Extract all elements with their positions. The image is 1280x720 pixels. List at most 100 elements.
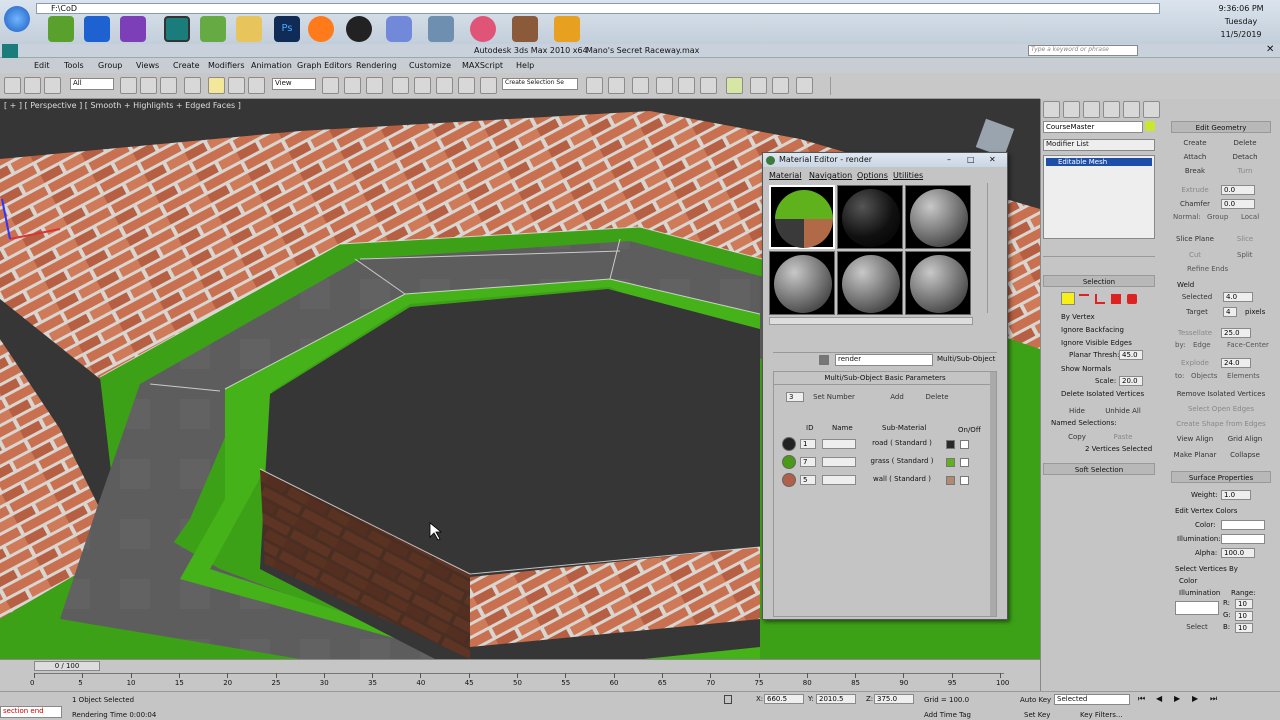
tessellate-field[interactable] [1221, 328, 1251, 338]
character-icon[interactable] [512, 16, 538, 42]
soft-selection-rollout-header[interactable]: Soft Selection [1043, 463, 1155, 475]
range-r-field[interactable] [1235, 599, 1253, 609]
material-type-button[interactable]: Multi/Sub-Object [937, 355, 995, 363]
set-key-button[interactable]: Set Key [1024, 711, 1050, 719]
sub-material-button[interactable]: road ( Standard ) [864, 439, 940, 447]
discord-icon[interactable] [386, 16, 412, 42]
next-frame-icon[interactable]: ▶ [1192, 694, 1198, 703]
address-bar[interactable]: F:\CoD [36, 3, 1160, 14]
element-subobject-icon[interactable] [1127, 294, 1137, 304]
turn-button[interactable]: Turn [1223, 165, 1267, 177]
play-icon[interactable]: ▶ [1174, 694, 1180, 703]
select-by-color-button[interactable]: Select [1177, 621, 1217, 633]
minimize-icon[interactable]: – [947, 153, 951, 167]
close-icon[interactable]: ✕ [989, 153, 996, 167]
add-button[interactable]: Add [880, 391, 914, 403]
material-slot-1[interactable] [769, 185, 835, 249]
x-coordinate-field[interactable] [764, 694, 804, 704]
elements-radio[interactable]: Elements [1227, 372, 1260, 380]
group-radio[interactable]: Group [1207, 213, 1228, 221]
attach-button[interactable]: Attach [1173, 151, 1217, 163]
modifier-list-dropdown[interactable]: Modifier List [1043, 139, 1155, 151]
sub-material-preview[interactable] [782, 455, 796, 469]
material-editor-titlebar[interactable]: Material Editor - render – □ ✕ [763, 153, 1007, 167]
utilities-tab-icon[interactable] [1143, 101, 1160, 118]
range-b-field[interactable] [1235, 623, 1253, 633]
add-time-tag[interactable]: Add Time Tag [924, 711, 971, 719]
sub-material-color[interactable] [946, 458, 955, 467]
slice-plane-button[interactable]: Slice Plane [1173, 233, 1217, 245]
vertex-color-swatch[interactable] [1221, 520, 1265, 530]
menu-material[interactable]: Material [769, 171, 802, 180]
menu-edit[interactable]: Edit [34, 61, 50, 70]
photoshop-icon[interactable]: Ps [274, 16, 300, 42]
collapse-button[interactable]: Collapse [1223, 449, 1267, 461]
menu-maxscript[interactable]: MAXScript [462, 61, 503, 70]
grid-align-button[interactable]: Grid Align [1223, 433, 1267, 445]
menu-create[interactable]: Create [173, 61, 200, 70]
material-slot-5[interactable] [837, 251, 903, 315]
select-by-name-icon[interactable] [140, 77, 157, 94]
maximize-icon[interactable]: □ [967, 153, 975, 167]
objects-radio[interactable]: Objects [1191, 372, 1217, 380]
make-planar-button[interactable]: Make Planar [1173, 449, 1217, 461]
color-radio[interactable]: Color [1179, 577, 1197, 585]
refine-ends-checkbox[interactable]: Refine Ends [1187, 265, 1228, 273]
select-open-edges-button[interactable]: Select Open Edges [1173, 403, 1269, 415]
schematic-view-icon[interactable] [700, 77, 717, 94]
menu-navigation[interactable]: Navigation [809, 171, 852, 180]
spinner-snap-icon[interactable] [458, 77, 475, 94]
menu-options[interactable]: Options [857, 171, 888, 180]
face-center-radio[interactable]: Face-Center [1227, 341, 1269, 349]
sub-material-preview[interactable] [782, 437, 796, 451]
rect-selection-icon[interactable] [160, 77, 177, 94]
sub-material-name[interactable] [822, 439, 856, 449]
scale-field[interactable] [1119, 376, 1143, 386]
rendered-frame-icon[interactable] [772, 77, 789, 94]
redo-icon[interactable] [24, 77, 41, 94]
object-name-field[interactable] [1043, 121, 1143, 133]
reference-coordinate-dropdown[interactable]: View [272, 78, 316, 90]
selection-rollout-header[interactable]: Selection [1043, 275, 1155, 287]
stack-item-editable-mesh[interactable]: Editable Mesh [1046, 158, 1152, 166]
create-button[interactable]: Create [1173, 137, 1217, 149]
window-close-icon[interactable]: ✕ [1266, 44, 1274, 55]
copy-button[interactable]: Copy [1057, 431, 1097, 443]
planar-thresh-field[interactable] [1119, 350, 1143, 360]
extrude-field[interactable] [1221, 185, 1255, 195]
go-to-end-icon[interactable]: ⏭ [1210, 694, 1217, 704]
display-tab-icon[interactable] [1123, 101, 1140, 118]
tessellate-button[interactable]: Tessellate [1173, 327, 1217, 339]
break-button[interactable]: Break [1173, 165, 1217, 177]
y-coordinate-field[interactable] [816, 694, 856, 704]
pivot-icon[interactable] [322, 77, 339, 94]
create-shape-button[interactable]: Create Shape from Edges [1173, 418, 1269, 430]
calculator-icon[interactable] [428, 16, 454, 42]
polygon-subobject-icon[interactable] [1111, 294, 1121, 304]
slice-button[interactable]: Slice [1223, 233, 1267, 245]
weight-field[interactable] [1221, 490, 1251, 500]
material-slot-6[interactable] [905, 251, 971, 315]
sub-material-id[interactable] [800, 457, 816, 467]
graphite-icon[interactable] [656, 77, 673, 94]
illumination-swatch[interactable] [1221, 534, 1265, 544]
window-crossing-icon[interactable] [184, 77, 201, 94]
menu-animation[interactable]: Animation [251, 61, 292, 70]
start-button[interactable] [4, 6, 30, 32]
search-field[interactable]: Type a keyword or phrase [1028, 45, 1138, 56]
local-radio[interactable]: Local [1241, 213, 1259, 221]
angle-snap-icon[interactable] [414, 77, 431, 94]
chamfer-field[interactable] [1221, 199, 1255, 209]
col-id[interactable]: ID [806, 424, 813, 432]
col-sub-material[interactable]: Sub-Material [882, 424, 926, 432]
3dsmax-logo-icon[interactable] [2, 44, 18, 58]
material-count-field[interactable]: 3 [786, 392, 804, 402]
keyboard-shortcut-icon[interactable] [366, 77, 383, 94]
visual-studio-icon[interactable] [120, 16, 146, 42]
rollout-scrollbar[interactable] [990, 372, 996, 616]
menu-modifiers[interactable]: Modifiers [208, 61, 245, 70]
curve-editor-icon[interactable] [678, 77, 695, 94]
edge-subobject-icon[interactable] [1079, 294, 1089, 304]
office-icon[interactable] [554, 16, 580, 42]
snap-icon[interactable] [392, 77, 409, 94]
